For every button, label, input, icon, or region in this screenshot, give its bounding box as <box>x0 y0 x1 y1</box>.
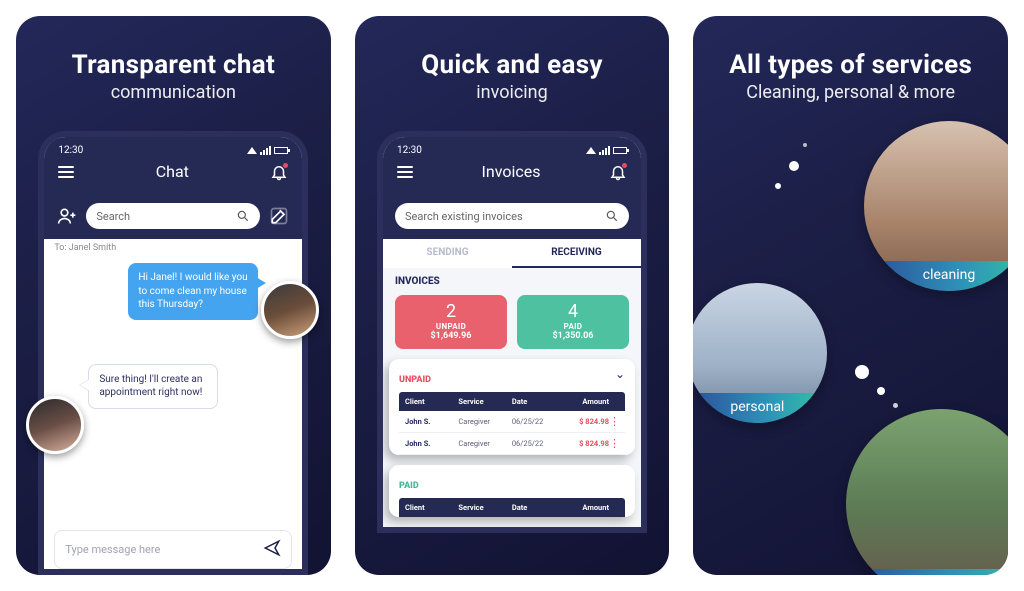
tab-receiving[interactable]: RECEIVING <box>512 239 641 268</box>
service-cleaning: cleaning <box>864 121 1008 291</box>
compose-icon[interactable] <box>268 205 290 227</box>
stat-count: 4 <box>517 301 629 322</box>
panel-chat: Transparent chat communication 12:30 Cha… <box>16 16 331 575</box>
panel-subtitle: communication <box>111 82 236 103</box>
service-label: personal <box>693 393 827 423</box>
stat-unpaid[interactable]: 2 UNPAID $1,649.96 <box>395 295 507 349</box>
section-title: INVOICES <box>383 268 641 295</box>
wifi-icon <box>260 146 271 155</box>
search-input[interactable]: Search existing invoices <box>395 203 629 229</box>
col-amount: Amount <box>560 397 609 406</box>
message-outgoing: Sure thing! I'll create an appointment r… <box>88 364 218 409</box>
cell-service: Caregiver <box>458 439 511 448</box>
col-service: Service <box>458 397 511 406</box>
col-client: Client <box>405 503 458 512</box>
status-time: 12:30 <box>397 145 422 156</box>
message-input[interactable]: Type message here <box>54 530 292 569</box>
decor-dot <box>803 143 807 147</box>
cell-date: 06/25/22 <box>512 417 561 426</box>
screen-title: Chat <box>156 162 189 181</box>
tab-sending[interactable]: SENDING <box>383 239 512 268</box>
wifi-icon <box>599 146 610 155</box>
bell-icon[interactable] <box>609 163 627 181</box>
cell-amount: $ 824.98 <box>560 439 609 448</box>
service-label: and more <box>846 569 1008 575</box>
cell-date: 06/25/22 <box>512 439 561 448</box>
card-title: UNPAID <box>399 375 431 385</box>
col-client: Client <box>405 397 458 406</box>
stat-total: $1,350.06 <box>517 331 629 341</box>
chevron-down-icon[interactable]: ⌄ <box>615 367 625 381</box>
status-bar: 12:30 <box>397 145 627 156</box>
service-bubbles: cleaning personal and more <box>693 103 1008 575</box>
status-time: 12:30 <box>58 145 83 156</box>
cell-service: Caregiver <box>458 417 511 426</box>
send-icon[interactable] <box>263 539 281 560</box>
col-date: Date <box>512 503 561 512</box>
table-header: Client Service Date Amount <box>399 498 625 517</box>
stat-paid[interactable]: 4 PAID $1,350.06 <box>517 295 629 349</box>
status-bar: 12:30 <box>58 145 288 156</box>
col-service: Service <box>458 503 511 512</box>
signal-icon <box>586 147 596 154</box>
bell-icon[interactable] <box>270 163 288 181</box>
table-header: Client Service Date Amount <box>399 392 625 411</box>
avatar-self <box>26 396 84 454</box>
stat-label: PAID <box>517 322 629 331</box>
screen-title: Invoices <box>482 162 541 181</box>
search-icon <box>605 209 619 223</box>
service-label: cleaning <box>864 261 1008 291</box>
hamburger-icon[interactable] <box>58 166 74 178</box>
chat-to-line: To: Janel Smith <box>44 239 302 257</box>
notification-dot <box>621 162 628 169</box>
invoice-tabs: SENDING RECEIVING <box>383 239 641 268</box>
panel-title: Quick and easy <box>421 50 602 80</box>
card-unpaid: UNPAID ⌄ Client Service Date Amount John… <box>389 359 635 455</box>
phone-mock-invoices: 12:30 Invoices Search existing invoices <box>377 131 647 533</box>
message-input-placeholder: Type message here <box>65 543 160 556</box>
cell-client: John S. <box>405 417 458 426</box>
decor-dot <box>893 403 898 408</box>
panel-title: All types of services <box>729 50 972 80</box>
decor-dot <box>789 161 799 171</box>
search-placeholder: Search existing invoices <box>405 210 523 223</box>
search-input[interactable]: Search <box>86 203 260 229</box>
card-paid: PAID Client Service Date Amount <box>389 465 635 517</box>
stat-label: UNPAID <box>395 322 507 331</box>
search-icon <box>236 209 250 223</box>
panel-subtitle: Cleaning, personal & more <box>746 82 955 103</box>
panel-services: All types of services Cleaning, personal… <box>693 16 1008 575</box>
panel-subtitle: invoicing <box>476 82 547 103</box>
panel-title: Transparent chat <box>72 50 276 80</box>
search-placeholder: Search <box>96 210 130 223</box>
table-row[interactable]: John S. Caregiver 06/25/22 $ 824.98 ⋮ <box>399 433 625 455</box>
phone-mock-chat: 12:30 Chat Search <box>38 131 308 575</box>
battery-icon <box>613 147 627 154</box>
add-person-icon[interactable] <box>56 205 78 227</box>
signal-icon <box>247 147 257 154</box>
stat-total: $1,649.96 <box>395 331 507 341</box>
notification-dot <box>282 162 289 169</box>
panel-invoices: Quick and easy invoicing 12:30 Invoices <box>355 16 670 575</box>
avatar-contact <box>261 281 319 339</box>
col-amount: Amount <box>560 503 609 512</box>
chat-thread: Hi Janel! I would like you to come clean… <box>44 257 302 487</box>
decor-dot <box>877 387 885 395</box>
battery-icon <box>274 147 288 154</box>
card-title: PAID <box>399 481 419 491</box>
col-date: Date <box>512 397 561 406</box>
stat-count: 2 <box>395 301 507 322</box>
service-more: and more <box>846 409 1008 575</box>
hamburger-icon[interactable] <box>397 166 413 178</box>
decor-dot <box>775 183 781 189</box>
message-incoming: Hi Janel! I would like you to come clean… <box>128 263 258 320</box>
cell-amount: $ 824.98 <box>560 417 609 426</box>
cell-client: John S. <box>405 439 458 448</box>
decor-dot <box>855 365 869 379</box>
service-personal: personal <box>693 283 827 423</box>
table-row[interactable]: John S. Caregiver 06/25/22 $ 824.98 ⋮ <box>399 411 625 433</box>
